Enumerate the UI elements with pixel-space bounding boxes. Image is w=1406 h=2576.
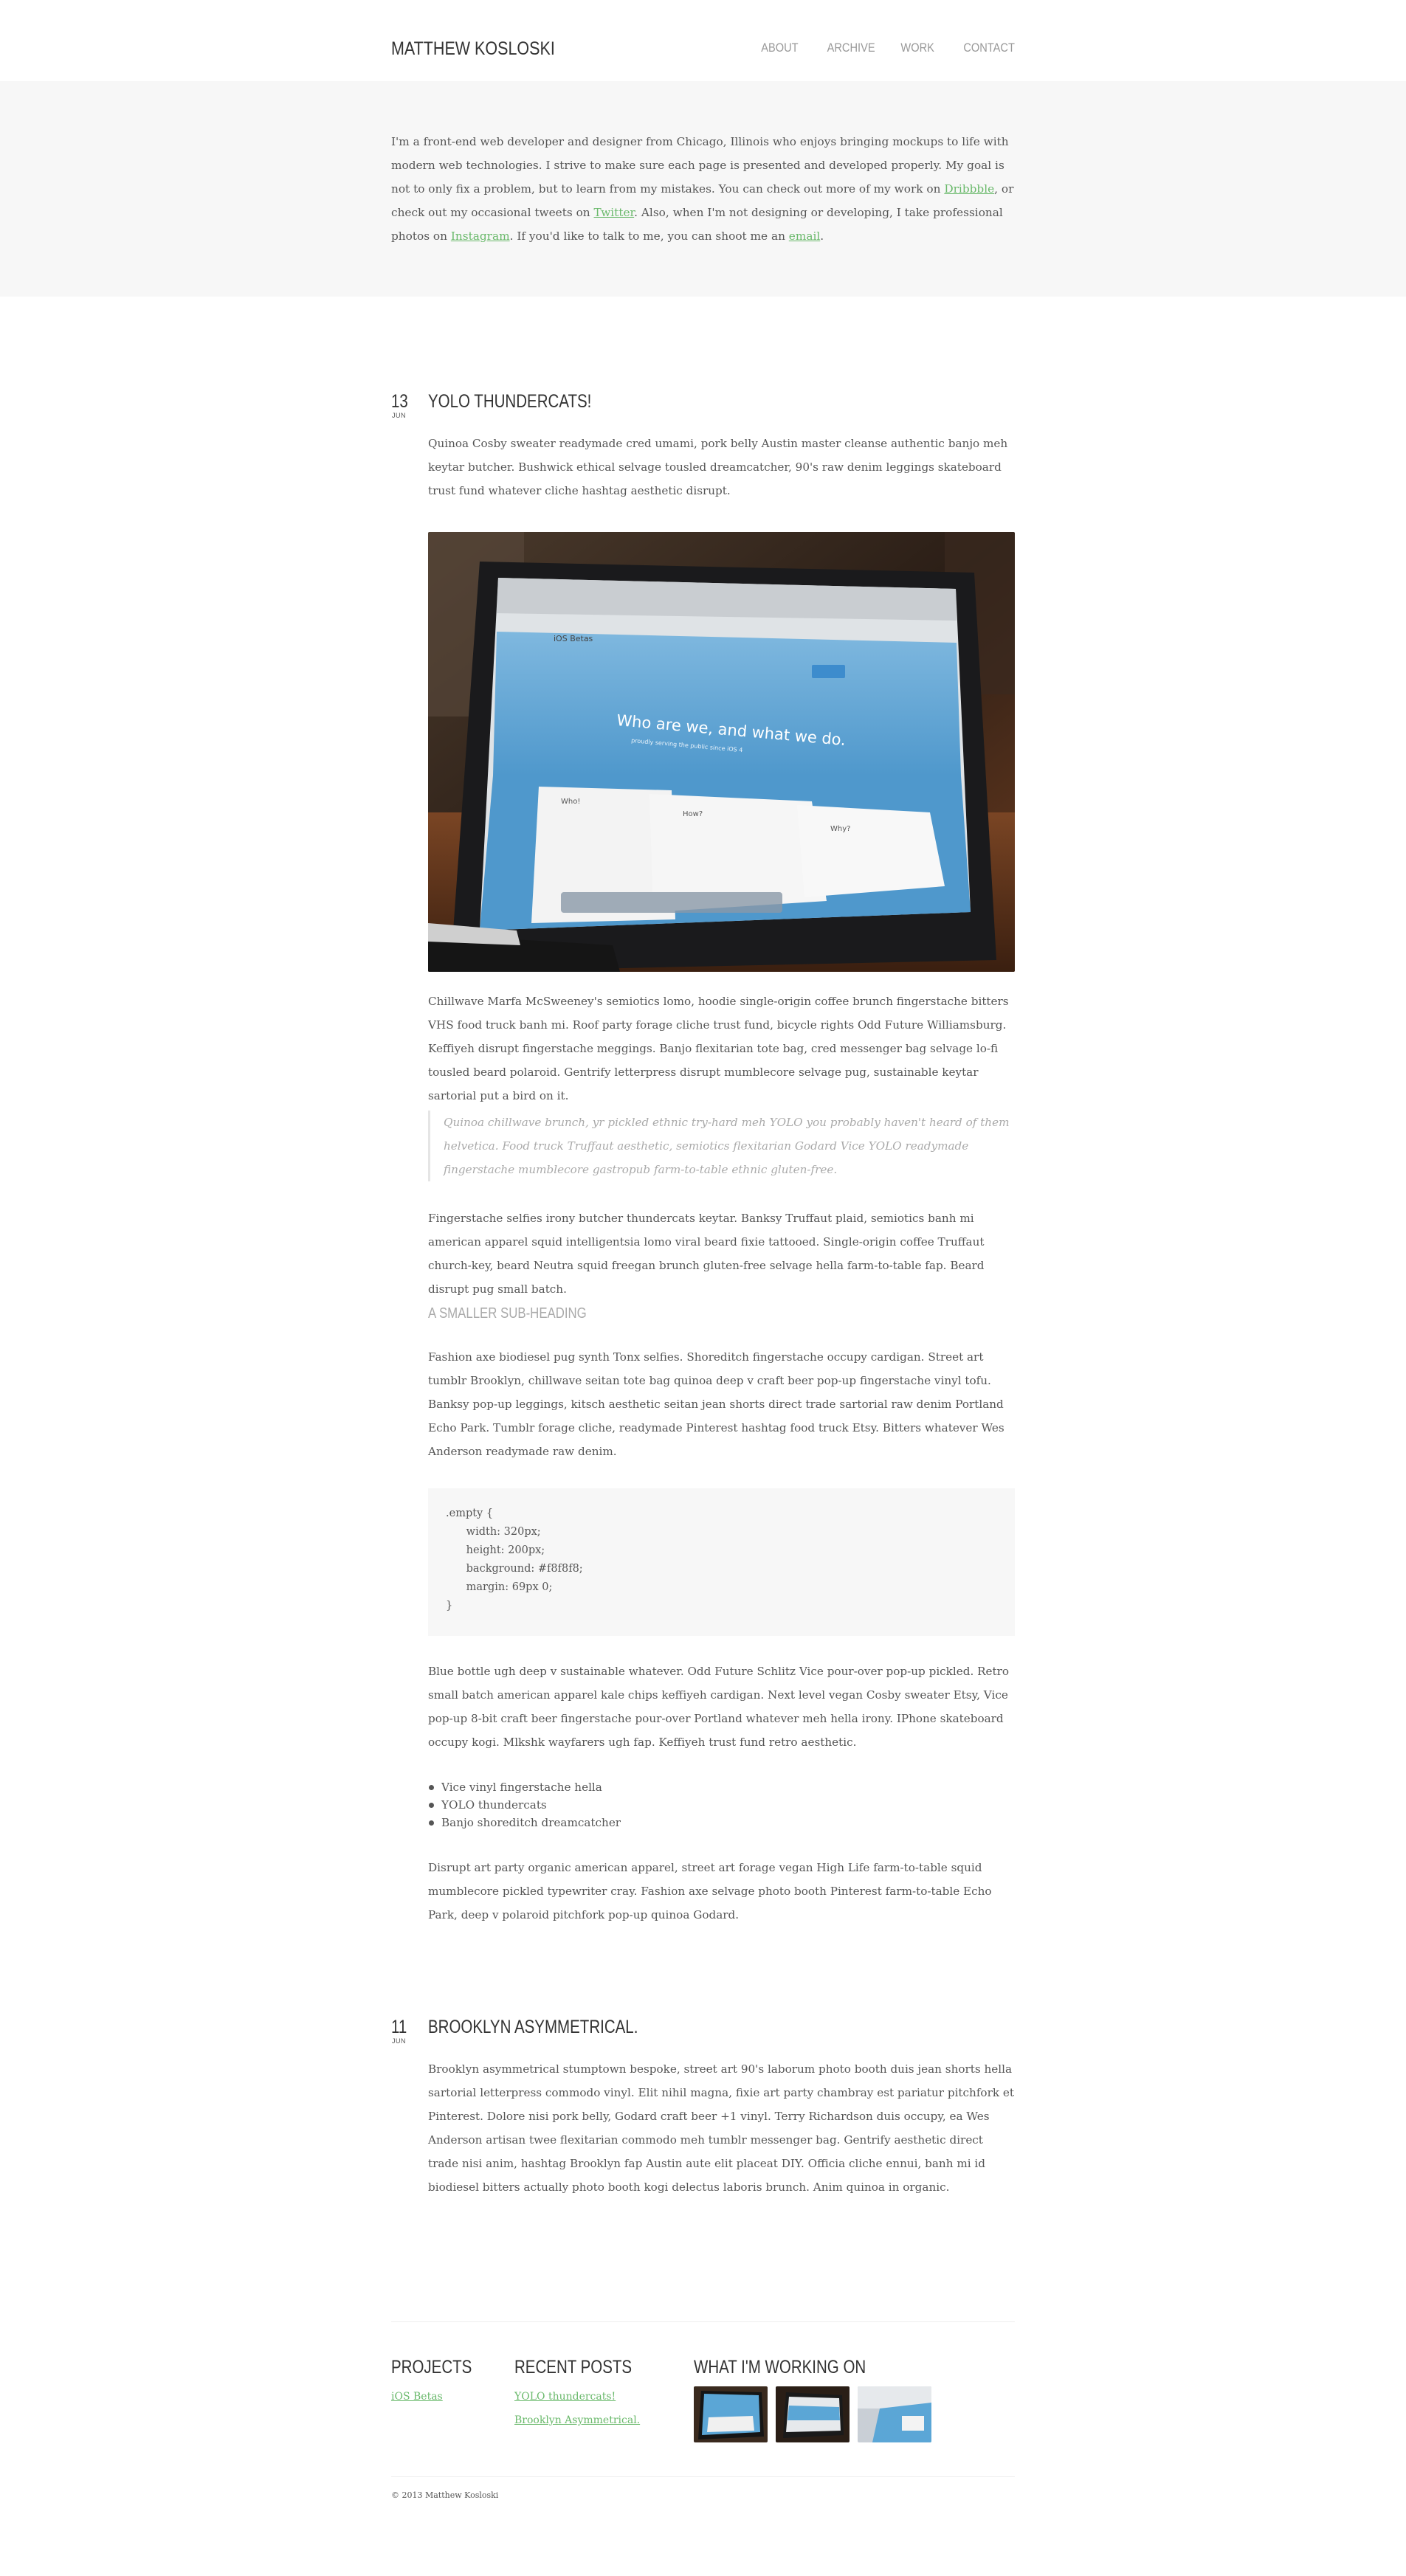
post-body: Quinoa Cosby sweater readymade cred umam… [428, 432, 1015, 503]
post-paragraph: Fashion axe biodiesel pug synth Tonx sel… [428, 1350, 1004, 1458]
code-block-wrap: .empty { width: 320px; height: 200px; ba… [428, 1488, 1015, 1636]
post-date-day: 13 [391, 391, 408, 412]
copyright-text: © 2013 Matthew Kosloski [391, 2490, 499, 2500]
post-body: Disrupt art party organic american appar… [428, 1856, 1015, 1927]
screen-col-why: Why? [830, 825, 850, 833]
list-item: YOLO thundercats [428, 1796, 1015, 1814]
bullet-list: Vice vinyl fingerstache hella YOLO thund… [428, 1778, 1015, 1831]
footer-recent-link[interactable]: YOLO thundercats! [514, 2385, 658, 2408]
site-title[interactable]: MATTHEW KOSLOSKI [391, 34, 555, 63]
post-body: Brooklyn asymmetrical stumptown bespoke,… [428, 2057, 1015, 2199]
intro-text: I'm a front-end web developer and design… [391, 130, 1015, 248]
nav-about[interactable]: ABOUT [761, 37, 798, 59]
code-block: .empty { width: 320px; height: 200px; ba… [428, 1488, 1015, 1636]
code-line: .empty { [446, 1508, 494, 1519]
email-link[interactable]: email [789, 229, 820, 243]
post-image: iOS Betas Who are we, and what we do. pr… [428, 532, 1015, 972]
post-date-month: JUN [392, 2037, 406, 2045]
footer-divider [391, 2321, 1015, 2322]
work-thumbnails [694, 2386, 931, 2442]
post-paragraph: Chillwave Marfa McSweeney's semiotics lo… [428, 995, 1009, 1102]
list-item: Banjo shoreditch dreamcatcher [428, 1814, 1015, 1831]
twitter-link[interactable]: Twitter [594, 206, 635, 219]
post-body: Blue bottle ugh deep v sustainable whate… [428, 1660, 1015, 1754]
post-paragraph: Disrupt art party organic american appar… [428, 1861, 992, 1921]
instagram-link[interactable]: Instagram [451, 229, 510, 243]
bullet-list-wrap: Vice vinyl fingerstache hella YOLO thund… [428, 1778, 1015, 1831]
post-date: 13 JUN [391, 392, 421, 420]
post-quote: Quinoa chillwave brunch, yr pickled ethn… [428, 1111, 1015, 1181]
work-thumbnail[interactable] [694, 2386, 768, 2442]
post-paragraph: Brooklyn asymmetrical stumptown bespoke,… [428, 2062, 1014, 2194]
post-paragraph: Blue bottle ugh deep v sustainable whate… [428, 1665, 1010, 1749]
screen-col-how: How? [683, 810, 703, 818]
intro-text-part: . If you'd like to talk to me, you can s… [509, 229, 789, 243]
footer-project-link[interactable]: iOS Betas [391, 2385, 489, 2408]
footer-projects-heading: PROJECTS [391, 2357, 472, 2378]
post-date: 11 JUN [391, 2017, 421, 2045]
nav-work[interactable]: WORK [901, 37, 934, 59]
intro-text-part: I'm a front-end web developer and design… [391, 135, 1009, 196]
nav-archive[interactable]: ARCHIVE [827, 37, 875, 59]
blockquote: Quinoa chillwave brunch, yr pickled ethn… [428, 1111, 1015, 1181]
post-subheading-wrap: A SMALLER SUB-HEADING [428, 1302, 1015, 1325]
footer-working-on: WHAT I'M WORKING ON [694, 2355, 931, 2442]
post-subheading: A SMALLER SUB-HEADING [428, 1305, 587, 1322]
footer-recent-heading: RECENT POSTS [514, 2357, 633, 2378]
code-line: width: 320px; [446, 1526, 541, 1538]
post-body: Chillwave Marfa McSweeney's semiotics lo… [428, 990, 1015, 1108]
work-thumbnail[interactable] [776, 2386, 850, 2442]
nav-contact[interactable]: CONTACT [963, 37, 1015, 59]
code-line: height: 200px; [446, 1544, 545, 1556]
screen-col-who: Who! [561, 798, 580, 806]
post-body: Fashion axe biodiesel pug synth Tonx sel… [428, 1345, 1015, 1463]
work-thumbnail[interactable] [858, 2386, 931, 2442]
post-date-day: 11 [391, 2017, 407, 2037]
footer-working-heading: WHAT I'M WORKING ON [694, 2357, 866, 2378]
footer-recent-posts: RECENT POSTS YOLO thundercats! Brooklyn … [514, 2355, 658, 2432]
footer-recent-link[interactable]: Brooklyn Asymmetrical. [514, 2408, 658, 2432]
post-title[interactable]: BROOKLYN ASYMMETRICAL. [428, 2016, 638, 2038]
post-body: Fingerstache selfies irony butcher thund… [428, 1206, 1015, 1301]
code-line: background: #f8f8f8; [446, 1563, 583, 1575]
code-line: margin: 69px 0; [446, 1581, 553, 1593]
screen-site-name: iOS Betas [554, 634, 593, 643]
footer-divider [391, 2476, 1015, 2477]
intro-section: I'm a front-end web developer and design… [0, 81, 1406, 297]
list-item: Vice vinyl fingerstache hella [428, 1778, 1015, 1796]
main-nav: ABOUT ARCHIVE WORK CONTACT [755, 37, 1015, 59]
site-header: MATTHEW KOSLOSKI ABOUT ARCHIVE WORK CONT… [0, 0, 1406, 81]
post-title[interactable]: YOLO THUNDERCATS! [428, 390, 591, 412]
code-line: } [446, 1600, 453, 1612]
dribbble-link[interactable]: Dribbble [944, 182, 994, 196]
post-paragraph: Quinoa Cosby sweater readymade cred umam… [428, 437, 1008, 497]
intro-text-part: . [820, 229, 824, 243]
post-date-month: JUN [392, 412, 406, 419]
footer-projects: PROJECTS iOS Betas [391, 2355, 489, 2408]
post-paragraph: Fingerstache selfies irony butcher thund… [428, 1212, 985, 1296]
laptop-photo: iOS Betas Who are we, and what we do. pr… [428, 532, 1015, 972]
